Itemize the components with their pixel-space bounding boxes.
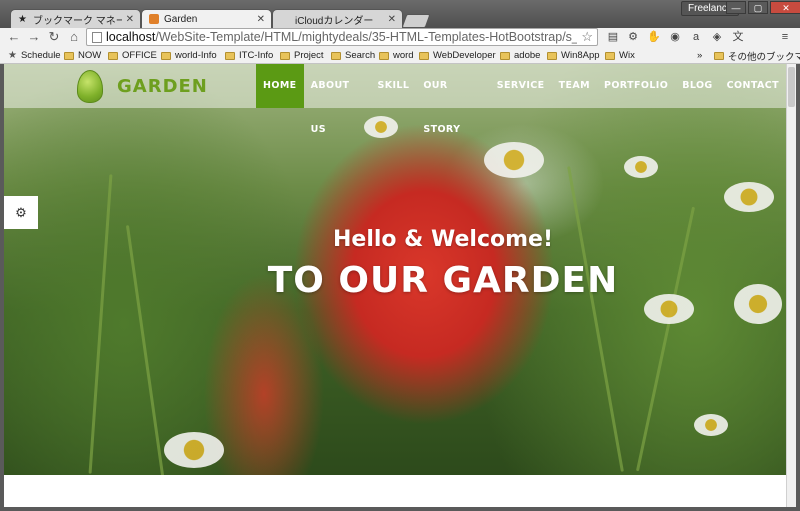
maximize-button[interactable]: ▢: [748, 1, 768, 14]
window-titlebar: ★ ブックマーク マネージャ ✕ Garden ✕ iCloudカレンダー ✕ …: [0, 0, 800, 28]
daisy-flower: [484, 142, 544, 178]
bookmark-folder[interactable]: OFFICE: [108, 49, 157, 62]
web-page-viewport: GARDEN HOME ABOUT US SKILL OUR STORY SER…: [4, 64, 786, 475]
bookmark-folder[interactable]: ITC-Info: [225, 49, 273, 62]
reload-icon[interactable]: ↻: [46, 29, 62, 45]
nav-about-us[interactable]: ABOUT US: [304, 64, 371, 135]
nav-our-story[interactable]: OUR STORY: [416, 64, 489, 135]
apple-icon: [279, 14, 290, 25]
gear-icon: ⚙: [15, 204, 27, 220]
close-window-button[interactable]: ✕: [770, 1, 800, 14]
url-text[interactable]: localhost/WebSite-Template/HTML/mightyde…: [106, 30, 577, 44]
folder-icon: [331, 51, 341, 60]
close-icon[interactable]: ✕: [257, 14, 265, 25]
folder-icon: [280, 51, 290, 60]
amazon-icon[interactable]: a: [689, 30, 703, 44]
other-bookmarks-folder[interactable]: その他のブックマーク: [714, 49, 800, 63]
tab-bookmark-manager[interactable]: ★ ブックマーク マネージャ ✕: [10, 9, 141, 28]
daisy-flower: [624, 156, 658, 178]
bookmark-folder[interactable]: Wix: [605, 49, 635, 62]
folder-icon: [64, 51, 74, 60]
bookmarks-bar: ★ Schedule NOW OFFICE world-Info ITC-Info…: [0, 47, 800, 64]
scrollbar-thumb[interactable]: [788, 67, 795, 107]
bookmark-folder[interactable]: world-Info: [161, 49, 217, 62]
tab-label: Garden: [164, 13, 198, 25]
extension-icon[interactable]: ◉: [668, 30, 682, 44]
hero-greeting: Hello & Welcome!: [332, 227, 553, 252]
address-bar[interactable]: localhost/WebSite-Template/HTML/mightyde…: [86, 28, 598, 46]
star-icon: ★: [18, 13, 27, 25]
bookmark-folder[interactable]: NOW: [64, 49, 101, 62]
daisy-flower: [164, 432, 224, 468]
nav-portfolio[interactable]: PORTFOLIO: [597, 64, 675, 108]
bookmark-folder[interactable]: word: [379, 49, 414, 62]
close-icon[interactable]: ✕: [126, 14, 134, 25]
folder-icon: [547, 51, 557, 60]
daisy-flower: [694, 414, 728, 436]
page-icon: [92, 31, 102, 43]
daisy-flower: [724, 182, 774, 212]
extension-icon[interactable]: ▤: [606, 30, 620, 44]
gear-icon[interactable]: ⚙: [626, 30, 640, 44]
home-icon[interactable]: ⌂: [66, 29, 82, 45]
translate-icon[interactable]: 文: [731, 30, 745, 44]
grass-stem: [88, 174, 113, 474]
back-arrow-icon[interactable]: ←: [6, 29, 22, 45]
menu-icon[interactable]: ≡: [778, 30, 792, 44]
style-switcher-button[interactable]: ⚙: [4, 196, 38, 229]
tab-icloud-calendar[interactable]: iCloudカレンダー ✕: [272, 9, 403, 28]
forward-arrow-icon[interactable]: →: [26, 29, 42, 45]
window-frame: [0, 64, 4, 511]
bookmark-item[interactable]: ★ Schedule: [8, 49, 61, 62]
daisy-flower: [364, 116, 398, 138]
browser-toolbar: ← → ↻ ⌂ localhost/WebSite-Template/HTML/…: [0, 28, 800, 47]
nav-home[interactable]: HOME: [256, 64, 304, 108]
page-favicon-icon: [148, 14, 159, 25]
folder-icon: [225, 51, 235, 60]
nav-contact[interactable]: CONTACT: [720, 64, 786, 108]
site-navbar: GARDEN HOME ABOUT US SKILL OUR STORY SER…: [4, 64, 786, 135]
tab-label: iCloudカレンダー: [295, 15, 374, 27]
folder-icon: [379, 51, 389, 60]
new-tab-button[interactable]: [401, 14, 431, 28]
folder-icon: [161, 51, 171, 60]
main-menu: HOME ABOUT US SKILL OUR STORY SERVICE TE…: [256, 64, 786, 135]
nav-blog[interactable]: BLOG: [675, 64, 719, 108]
folder-icon: [605, 51, 615, 60]
nav-skill[interactable]: SKILL: [370, 64, 416, 108]
logo-text: GARDEN: [117, 76, 208, 97]
hero-title: TO OUR GARDEN: [267, 260, 619, 301]
bookmark-folder[interactable]: WebDeveloper: [419, 49, 496, 62]
bookmark-folder[interactable]: Search: [331, 49, 375, 62]
tab-garden[interactable]: Garden ✕: [141, 9, 272, 28]
star-icon: ★: [8, 50, 17, 61]
bookmark-star-icon[interactable]: ☆: [581, 29, 593, 45]
extension-icon[interactable]: ✋: [647, 30, 661, 44]
minimize-button[interactable]: —: [726, 1, 746, 14]
folder-icon: [108, 51, 118, 60]
grass-stem: [567, 166, 624, 472]
bookmark-folder[interactable]: adobe: [500, 49, 540, 62]
nav-team[interactable]: TEAM: [552, 64, 597, 108]
site-logo[interactable]: GARDEN: [77, 70, 208, 103]
window-frame: [796, 64, 800, 511]
window-frame: [0, 507, 800, 511]
tab-label: ブックマーク マネージャ: [33, 15, 122, 27]
folder-icon: [500, 51, 510, 60]
bookmarks-overflow-button[interactable]: »: [697, 49, 702, 62]
folder-icon: [419, 51, 429, 60]
folder-icon: [714, 51, 724, 60]
nav-service[interactable]: SERVICE: [490, 64, 552, 108]
bookmark-folder[interactable]: Win8App: [547, 49, 600, 62]
shield-icon[interactable]: ◈: [710, 30, 724, 44]
bookmark-folder[interactable]: Project: [280, 49, 324, 62]
close-icon[interactable]: ✕: [388, 14, 396, 25]
page-content-below-hero: [4, 475, 786, 507]
leaf-logo-icon: [77, 70, 103, 103]
